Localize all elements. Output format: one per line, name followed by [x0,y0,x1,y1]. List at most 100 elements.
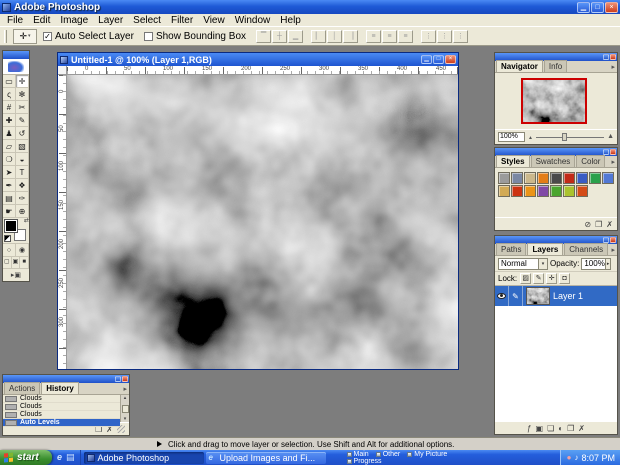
close-button[interactable]: × [605,1,618,13]
style-swatch-0[interactable] [498,172,510,184]
options-bar-grip[interactable] [4,29,7,43]
lock-position-icon[interactable]: ✛ [546,273,558,284]
adjustment-layer-icon[interactable]: ◐ [558,423,563,434]
style-swatch-2[interactable] [524,172,536,184]
layer-style-icon[interactable]: ƒ [527,423,531,434]
volume-icon[interactable]: ♪ [574,450,578,465]
distribute-bottom-icon[interactable]: ≡ [398,29,414,43]
checkbox-show-bounding-box[interactable]: Show Bounding Box [143,31,246,42]
clone-stamp-tool[interactable]: ♟ [3,127,16,140]
navigator-zoom-input[interactable]: 100% [498,132,525,142]
align-left-icon[interactable]: ▏ [311,29,327,43]
menu-item-window[interactable]: Window [230,15,276,26]
swap-colors-icon[interactable]: ⇄ [24,218,29,224]
slice-tool[interactable]: ✂ [16,101,29,114]
quick-mask-mode-button[interactable]: ◉ [16,244,29,256]
tray-shield-icon[interactable]: ● [567,450,572,465]
layer-row[interactable]: ✎ Layer 1 [495,286,617,306]
history-state[interactable]: Clouds [3,395,120,403]
navigator-proxy-view[interactable] [521,78,587,124]
adobe-online-button[interactable] [3,59,29,75]
style-swatch-7[interactable] [589,172,601,184]
start-button[interactable]: start [0,450,52,465]
palette-minimize-button[interactable] [603,54,609,60]
styles-tab-color[interactable]: Color [576,155,606,167]
show-desktop-icon[interactable]: ▤ [66,450,75,465]
zoom-out-icon[interactable]: ▲ [528,135,533,141]
menu-item-image[interactable]: Image [55,15,93,26]
new-layer-icon[interactable]: ❐ [567,423,574,434]
checkbox-auto-select-layer[interactable]: ✓ Auto Select Layer [43,31,134,42]
desktop-shortcut-main[interactable]: Main [346,451,369,458]
lasso-tool[interactable]: ς [3,88,16,101]
style-swatch-4[interactable] [550,172,562,184]
taskbar-task-0[interactable]: Adobe Photoshop [83,451,204,464]
hand-tool[interactable]: ☛ [3,205,16,218]
menu-item-edit[interactable]: Edit [28,15,55,26]
move-tool-preset-button[interactable]: ✛ ▾ [13,28,37,44]
taskbar-task-1[interactable]: e Upload Images and Fi... [205,451,326,464]
style-swatch-1[interactable] [511,172,523,184]
notes-tool[interactable]: ▤ [3,192,16,205]
document-titlebar[interactable]: Untitled-1 @ 100% (Layer 1,RGB) ▁ □ × [58,53,458,66]
styles-tab-styles[interactable]: Styles [496,155,530,167]
palette-menu-arrow-icon[interactable]: ▸ [123,385,127,393]
palette-menu-arrow-icon[interactable]: ▸ [611,158,615,166]
distribute-left-icon[interactable]: ⋮ [421,29,437,43]
desktop-shortcut-progress[interactable]: Progress [346,458,382,465]
opacity-input[interactable]: 100% ▸ [581,257,612,270]
palette-close-button[interactable] [610,149,616,155]
layer-visibility-toggle[interactable] [495,286,509,306]
style-swatch-3[interactable] [537,172,549,184]
eyedropper-tool[interactable]: ✑ [16,192,29,205]
style-swatch-13[interactable] [550,185,562,197]
navigator-tab-info[interactable]: Info [543,60,568,72]
clear-style-icon[interactable]: ⊘ [584,219,591,230]
rectangular-marquee-tool[interactable]: ▭ [3,75,16,88]
palette-close-button[interactable] [610,237,616,243]
style-swatch-11[interactable] [524,185,536,197]
scroll-up-icon[interactable]: ▴ [124,395,127,401]
navigator-tab-navigator[interactable]: Navigator [496,60,543,72]
style-swatch-12[interactable] [537,185,549,197]
align-hcenter-icon[interactable]: │ [327,29,343,43]
magic-wand-tool[interactable]: ✻ [16,88,29,101]
history-scrollbar[interactable]: ▴ ▾ [120,395,129,422]
scrollbar-thumb[interactable] [121,404,129,413]
lock-image-icon[interactable]: ✎ [533,273,545,284]
foreground-color-swatch[interactable] [4,219,18,233]
distribute-vcenter-icon[interactable]: ≡ [382,29,398,43]
desktop-shortcut-my-picture[interactable]: My Picture [407,451,447,458]
blend-mode-dropdown[interactable]: Normal ▾ [498,257,548,270]
align-bottom-icon[interactable]: ▁ [288,29,304,43]
brush-tool[interactable]: ✎ [16,114,29,127]
fullscreen-menubar-mode-button[interactable]: ▣ [12,257,21,268]
maximize-button[interactable]: □ [591,1,604,13]
distribute-hcenter-icon[interactable]: ⋮ [437,29,453,43]
toolbox-titlebar[interactable] [3,51,29,59]
slider-thumb[interactable] [562,133,568,141]
custom-shape-tool[interactable]: ❖ [16,179,29,192]
lock-transparency-icon[interactable]: ▨ [520,273,532,284]
layer-set-icon[interactable]: ❏ [547,423,554,434]
fullscreen-mode-button[interactable]: ■ [20,257,30,268]
document-minimize-button[interactable]: ▁ [421,55,432,64]
menu-item-select[interactable]: Select [128,15,166,26]
style-swatch-9[interactable] [498,185,510,197]
new-style-icon[interactable]: ❐ [595,219,602,230]
delete-layer-icon[interactable]: ✗ [578,423,585,434]
align-vcenter-icon[interactable]: ┼ [272,29,288,43]
healing-brush-tool[interactable]: ✚ [3,114,16,127]
style-swatch-10[interactable] [511,185,523,197]
default-colors-icon[interactable] [4,235,11,242]
styles-tab-swatches[interactable]: Swatches [530,155,576,167]
palette-menu-arrow-icon[interactable]: ▸ [611,246,615,254]
layers-tab-layers[interactable]: Layers [527,243,564,255]
document-maximize-button[interactable]: □ [433,55,444,64]
desktop-shortcut-other[interactable]: Other [375,451,400,458]
palette-menu-arrow-icon[interactable]: ▸ [611,63,615,71]
scroll-down-icon[interactable]: ▾ [124,416,127,422]
dodge-tool[interactable]: ◒ [16,153,29,166]
style-swatch-15[interactable] [576,185,588,197]
move-tool[interactable]: ✛ [16,75,29,88]
